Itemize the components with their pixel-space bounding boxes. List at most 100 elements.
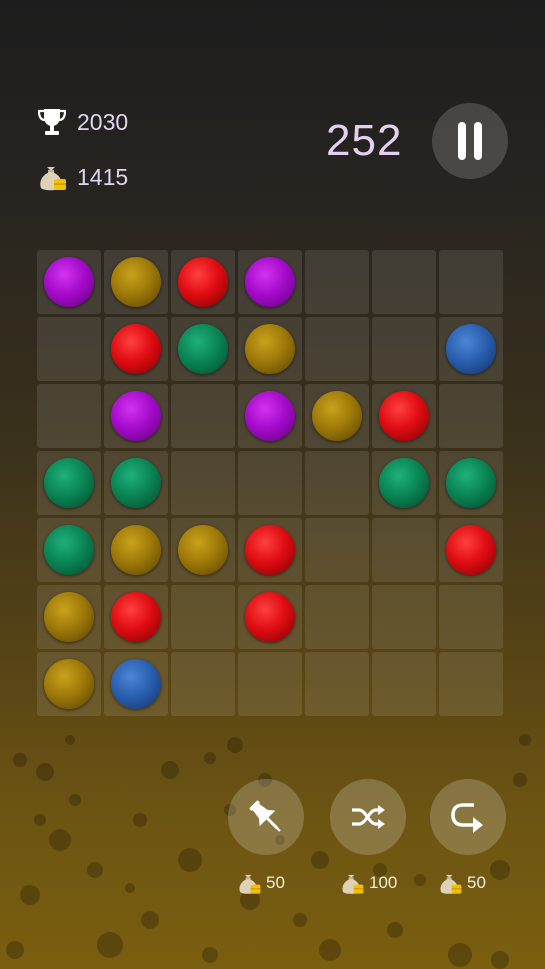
board-cell[interactable]	[305, 652, 369, 716]
purple-ball[interactable]	[245, 391, 295, 441]
gold-ball[interactable]	[178, 525, 228, 575]
board-cell[interactable]	[104, 317, 168, 381]
board-cell[interactable]	[37, 585, 101, 649]
board-cell[interactable]	[104, 585, 168, 649]
board-cell[interactable]	[37, 250, 101, 314]
money-bag-icon	[437, 870, 463, 896]
gold-ball[interactable]	[44, 592, 94, 642]
board-cell[interactable]	[171, 317, 235, 381]
purple-ball[interactable]	[245, 257, 295, 307]
pin-cost: 50	[236, 870, 285, 896]
board-cell[interactable]	[238, 585, 302, 649]
board-cell[interactable]	[104, 518, 168, 582]
board-cell[interactable]	[37, 384, 101, 448]
red-ball[interactable]	[446, 525, 496, 575]
board-cell[interactable]	[238, 518, 302, 582]
gold-ball[interactable]	[111, 525, 161, 575]
red-ball[interactable]	[379, 391, 429, 441]
board-cell[interactable]	[37, 451, 101, 515]
board-cell[interactable]	[238, 384, 302, 448]
board-cell[interactable]	[305, 585, 369, 649]
best-score-value: 2030	[77, 108, 129, 135]
red-ball[interactable]	[178, 257, 228, 307]
board-cell[interactable]	[439, 451, 503, 515]
shuffle-cost-value: 100	[369, 873, 398, 892]
money-bag-icon	[339, 870, 365, 896]
red-ball[interactable]	[111, 592, 161, 642]
board-cell[interactable]	[37, 518, 101, 582]
pause-button[interactable]	[432, 103, 508, 179]
green-ball[interactable]	[44, 458, 94, 508]
red-ball[interactable]	[245, 525, 295, 575]
board-cell[interactable]	[439, 317, 503, 381]
blue-ball[interactable]	[446, 324, 496, 374]
board-cell[interactable]	[439, 585, 503, 649]
board-cell[interactable]	[171, 451, 235, 515]
pin-icon	[249, 800, 281, 832]
board-cell[interactable]	[37, 317, 101, 381]
board-cell[interactable]	[372, 250, 436, 314]
board-cell[interactable]	[171, 652, 235, 716]
game-board	[37, 250, 503, 716]
money-bag-icon	[236, 870, 262, 896]
green-ball[interactable]	[446, 458, 496, 508]
undo-cost: 50	[437, 870, 486, 896]
board-cell[interactable]	[104, 451, 168, 515]
board-cell[interactable]	[104, 652, 168, 716]
blue-ball[interactable]	[111, 659, 161, 709]
board-cell[interactable]	[372, 451, 436, 515]
board-cell[interactable]	[372, 518, 436, 582]
board-cell[interactable]	[305, 250, 369, 314]
gold-ball[interactable]	[44, 659, 94, 709]
green-ball[interactable]	[379, 458, 429, 508]
pause-icon-bar-right	[474, 122, 482, 160]
undo-tool-button[interactable]	[430, 779, 506, 855]
board-cell[interactable]	[104, 384, 168, 448]
trophy-icon	[36, 106, 68, 138]
board-cell[interactable]	[171, 384, 235, 448]
board-cell[interactable]	[238, 317, 302, 381]
coin-balance: 1415	[36, 161, 128, 193]
board-cell[interactable]	[238, 451, 302, 515]
board-cell[interactable]	[439, 652, 503, 716]
shuffle-icon	[352, 805, 385, 829]
pin-cost-value: 50	[266, 873, 285, 892]
board-cell[interactable]	[305, 451, 369, 515]
board-cell[interactable]	[305, 317, 369, 381]
shuffle-tool-button[interactable]	[330, 779, 406, 855]
shuffle-cost: 100	[339, 870, 397, 896]
current-score: 252	[326, 116, 403, 165]
gold-ball[interactable]	[245, 324, 295, 374]
board-cell[interactable]	[439, 250, 503, 314]
purple-ball[interactable]	[111, 391, 161, 441]
gold-ball[interactable]	[111, 257, 161, 307]
board-cell[interactable]	[305, 518, 369, 582]
green-ball[interactable]	[44, 525, 94, 575]
green-ball[interactable]	[111, 458, 161, 508]
purple-ball[interactable]	[44, 257, 94, 307]
board-cell[interactable]	[104, 250, 168, 314]
board-cell[interactable]	[439, 518, 503, 582]
green-ball[interactable]	[178, 324, 228, 374]
board-cell[interactable]	[171, 585, 235, 649]
board-cell[interactable]	[372, 585, 436, 649]
board-cell[interactable]	[372, 652, 436, 716]
board-cell[interactable]	[372, 384, 436, 448]
board-cell[interactable]	[439, 384, 503, 448]
pause-icon-bar-left	[458, 122, 466, 160]
board-cell[interactable]	[37, 652, 101, 716]
board-cell[interactable]	[238, 250, 302, 314]
board-cell[interactable]	[171, 250, 235, 314]
red-ball[interactable]	[245, 592, 295, 642]
red-ball[interactable]	[111, 324, 161, 374]
undo-cost-value: 50	[467, 873, 486, 892]
board-cell[interactable]	[238, 652, 302, 716]
best-score: 2030	[36, 106, 128, 138]
gold-ball[interactable]	[312, 391, 362, 441]
board-cell[interactable]	[171, 518, 235, 582]
board-cell[interactable]	[305, 384, 369, 448]
undo-icon	[451, 803, 483, 833]
pin-tool-button[interactable]	[228, 779, 304, 855]
board-cell[interactable]	[372, 317, 436, 381]
money-bag-icon	[36, 161, 68, 193]
